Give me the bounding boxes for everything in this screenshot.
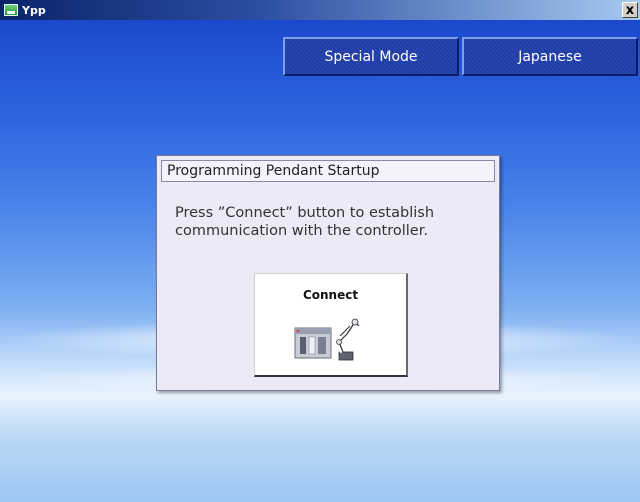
connect-button[interactable]: Connect: [254, 273, 408, 377]
window-title: Ypp: [22, 3, 46, 17]
special-mode-button[interactable]: Special Mode: [283, 37, 459, 76]
dialog-message: Press ”Connect” button to establish comm…: [175, 205, 435, 239]
startup-dialog: Programming Pendant Startup Press ”Conne…: [156, 155, 500, 391]
japanese-button[interactable]: Japanese: [462, 37, 638, 76]
dialog-title: Programming Pendant Startup: [161, 160, 495, 182]
connect-label: Connect: [302, 288, 359, 302]
close-icon: x: [625, 2, 635, 18]
controller-robot-icon: [294, 318, 362, 361]
close-button[interactable]: x: [622, 2, 638, 18]
window-titlebar: Ypp x: [0, 0, 640, 20]
app-icon: [4, 4, 18, 16]
